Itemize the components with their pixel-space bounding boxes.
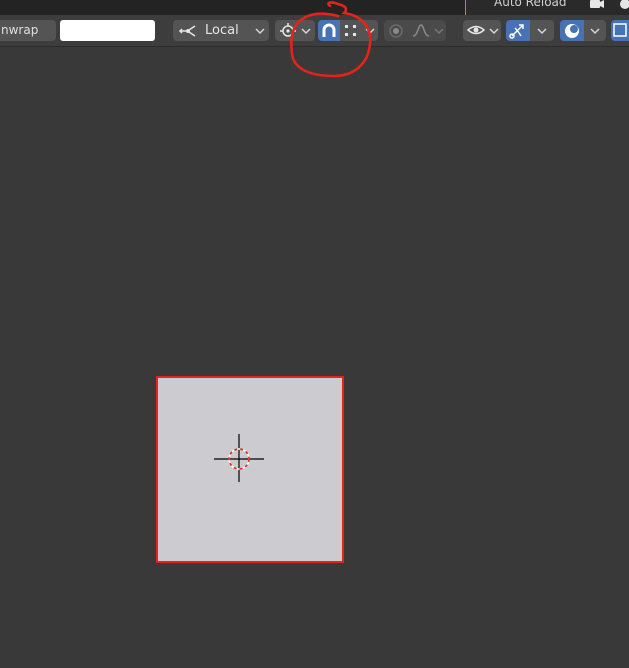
overlay-dropdown[interactable] [584, 20, 606, 41]
chevron-down-icon [537, 28, 547, 35]
falloff-curve-icon [412, 24, 430, 37]
pivot-icon [178, 25, 196, 37]
chevron-down-icon [434, 28, 444, 35]
square-icon [613, 23, 627, 37]
chevron-down-icon [489, 28, 499, 35]
text-field[interactable] [60, 20, 155, 41]
proportional-edit-toggle[interactable] [384, 20, 408, 41]
gizmo-dropdown[interactable] [530, 20, 554, 41]
red-annotation-circle [290, 1, 372, 78]
lock-icon[interactable] [616, 0, 629, 11]
auto-reload-label: Auto Reload [494, 0, 567, 9]
overlay-icon [565, 24, 579, 38]
2d-cursor[interactable] [214, 434, 264, 484]
eye-icon [467, 25, 485, 35]
auto-reload-area[interactable]: Auto Reload [465, 0, 629, 15]
chevron-down-icon [590, 28, 600, 35]
chevron-down-icon [255, 28, 265, 35]
pivot-label: Local [205, 23, 239, 38]
unwrap-operator-button[interactable]: nwrap [0, 20, 56, 41]
proportional-falloff-dropdown[interactable] [408, 20, 446, 41]
gizmo-icon [509, 24, 524, 39]
overlay-toggle-button[interactable] [560, 20, 584, 41]
proportional-edit-icon [389, 24, 403, 38]
camera-icon[interactable] [588, 0, 606, 11]
pivot-point-dropdown[interactable]: Local [173, 20, 269, 41]
gizmo-toggle-button[interactable] [506, 20, 530, 41]
visibility-dropdown[interactable] [463, 20, 501, 41]
uv-editor-viewport[interactable] [0, 47, 629, 668]
uv-sync-toggle-button[interactable] [611, 20, 629, 41]
